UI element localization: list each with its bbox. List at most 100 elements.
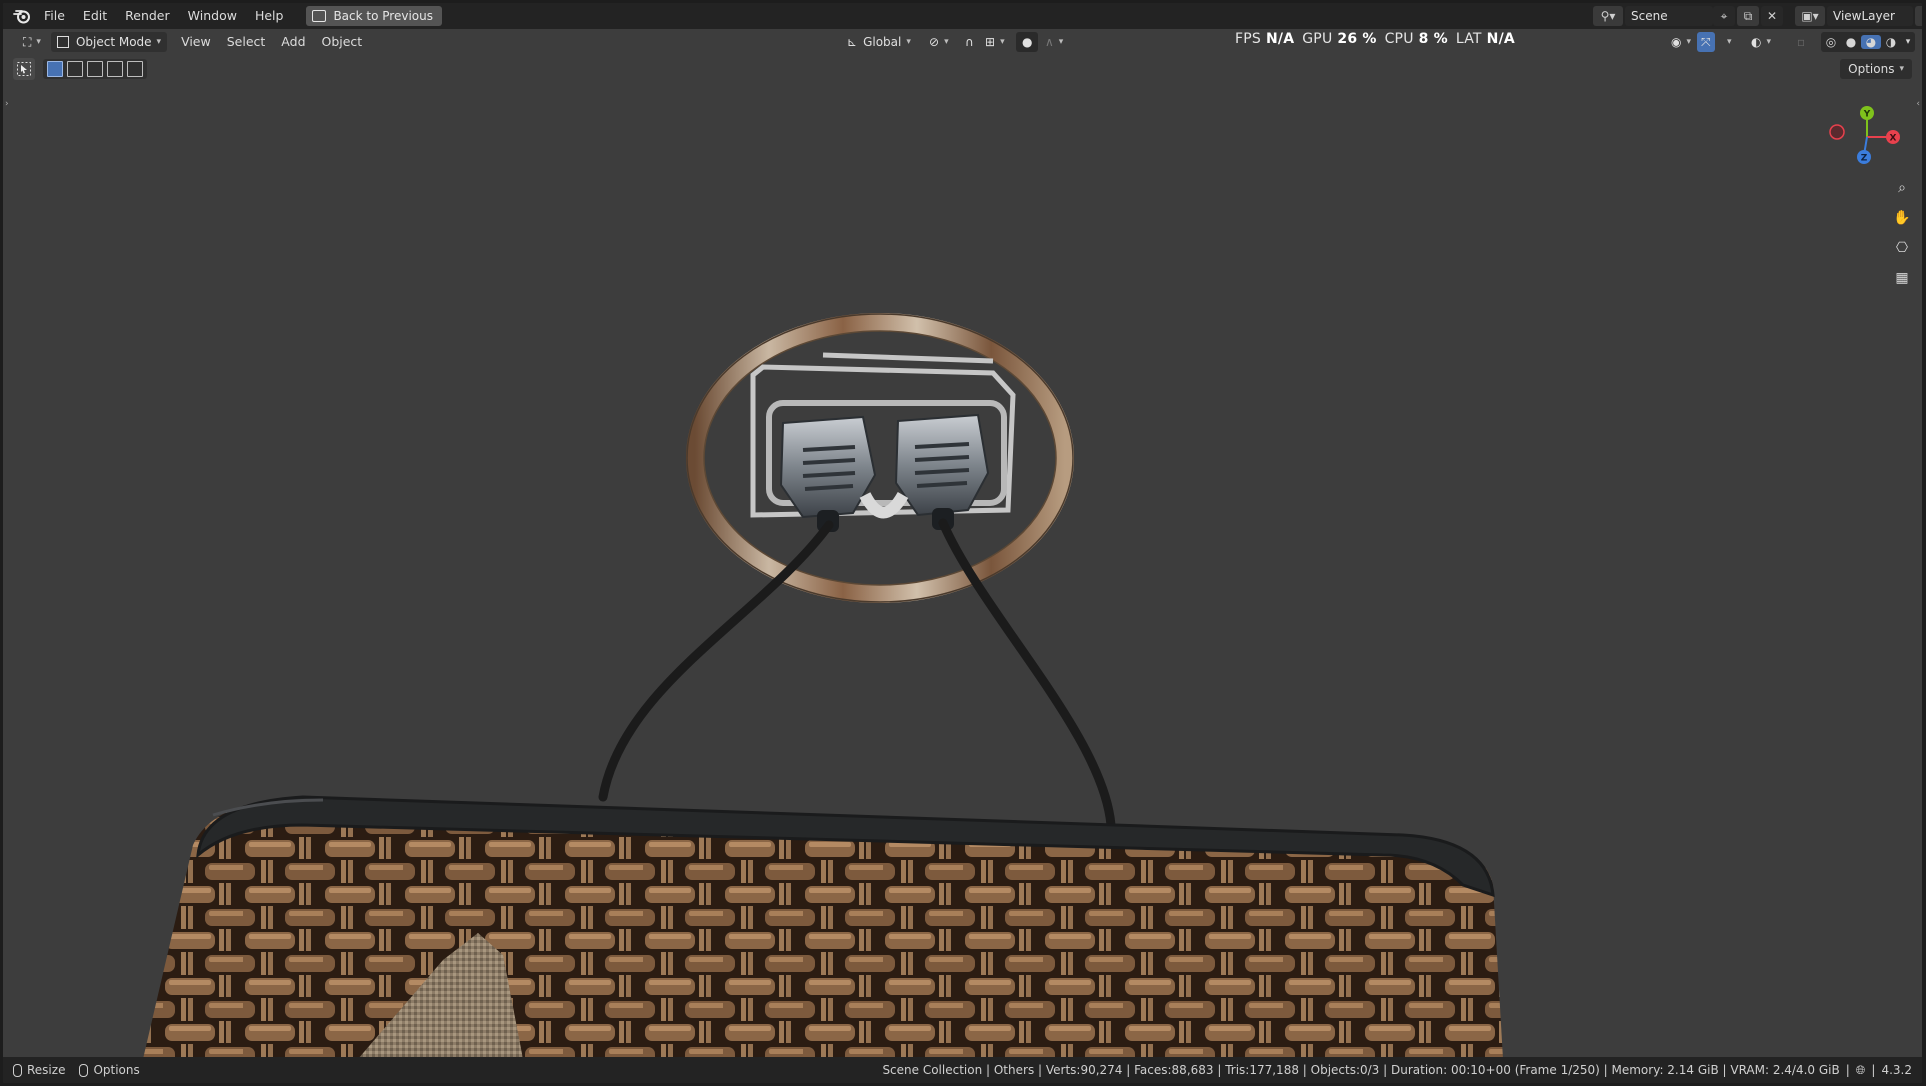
lat-value: N/A: [1486, 31, 1515, 47]
shading-modes: ◎ ● ◕ ◑ ▾: [1821, 32, 1915, 52]
visibility-dropdown[interactable]: ◉ ▾: [1665, 32, 1697, 52]
viewport-header: ⛶ ▾ Object Mode ▾ View Select Add Object ⊾…: [3, 29, 1922, 55]
select-tool-button[interactable]: [13, 58, 35, 80]
top-menubar: File Edit Render Window Help Back to Pre…: [3, 3, 1922, 29]
z-axis-label: Z: [1861, 154, 1868, 164]
pin-icon[interactable]: ⌖: [1713, 6, 1735, 26]
gizmo-dropdown[interactable]: ▾: [1719, 32, 1735, 52]
mode-label: Object Mode: [75, 35, 152, 49]
select-set-mode-icon[interactable]: [47, 61, 63, 77]
scene-browse-icon[interactable]: ⚲▾: [1593, 6, 1623, 26]
menu-window[interactable]: Window: [179, 3, 246, 29]
snap-target-dropdown[interactable]: ⊞ ▾: [979, 32, 1011, 52]
tool-settings-row: [13, 58, 147, 80]
select-intersect-mode-icon[interactable]: [127, 61, 143, 77]
view-layer-browse-icon[interactable]: ▣▾: [1795, 6, 1825, 26]
navigation-gizmo[interactable]: X Y Z: [1821, 99, 1911, 169]
shading-dropdown-icon[interactable]: ▾: [1901, 37, 1915, 47]
fps-value: N/A: [1265, 31, 1295, 47]
fps-label: FPS: [1235, 31, 1261, 47]
orientation-icon: ⊾: [847, 35, 858, 49]
rendered-shading-icon[interactable]: ◑: [1881, 35, 1901, 49]
transform-orientation-dropdown[interactable]: ⊾ Global ▾: [841, 32, 917, 52]
falloff-icon: ∧: [1045, 35, 1054, 49]
snap-target-icon: ⊞: [985, 35, 996, 49]
toolbar-expand-arrow-icon[interactable]: ›: [5, 99, 9, 109]
power-cord-left: [598, 520, 834, 802]
gpu-value: 26 %: [1337, 31, 1377, 47]
sidebar-expand-arrow-icon[interactable]: ‹: [1916, 99, 1920, 109]
cursor-arrow-icon: [17, 62, 31, 76]
blender-version: 4.3.2: [1881, 1063, 1912, 1077]
new-view-layer-icon[interactable]: ⧉: [1915, 6, 1922, 26]
menu-file[interactable]: File: [35, 3, 74, 29]
scene-name-field[interactable]: Scene: [1625, 6, 1713, 26]
negative-x-axis-icon[interactable]: [1829, 124, 1845, 140]
mouse-right-icon: [79, 1063, 89, 1077]
gizmo-icon: ⤧: [1701, 34, 1711, 49]
pan-hand-icon[interactable]: ✋: [1889, 205, 1915, 231]
material-preview-shading-icon[interactable]: ◕: [1861, 35, 1881, 49]
status-options: Options: [79, 1063, 140, 1077]
editor-type-icon: ⛶: [23, 34, 32, 49]
proportional-edit-toggle[interactable]: ●: [1016, 32, 1039, 52]
delete-scene-icon[interactable]: ✕: [1761, 6, 1783, 26]
scene-selector: ⚲▾ Scene ⌖ ⧉ ✕ ▣▾ ViewLayer ⧉ ✕: [1593, 6, 1922, 26]
mouse-left-icon: [13, 1063, 22, 1077]
new-scene-icon[interactable]: ⧉: [1737, 6, 1759, 26]
selection-mode-group: [43, 59, 147, 79]
camera-view-icon[interactable]: ⎔: [1889, 235, 1915, 261]
mode-dropdown[interactable]: Object Mode ▾: [50, 32, 168, 52]
y-axis-label: Y: [1863, 110, 1871, 120]
options-dropdown[interactable]: Options ▾: [1840, 59, 1912, 79]
viewport-nav-buttons: ⌕ ✋ ⎔ ▦: [1889, 175, 1915, 295]
performance-stats-overlay: FPS N/A GPU 26 % CPU 8 % LAT N/A: [1235, 29, 1523, 49]
overlays-icon: ◐: [1751, 35, 1762, 49]
menu-edit[interactable]: Edit: [74, 3, 116, 29]
xray-icon: ▫: [1797, 35, 1806, 49]
pivot-point-dropdown[interactable]: ⊘ ▾: [923, 32, 955, 52]
proportional-edit-icon: ●: [1022, 35, 1033, 49]
lamp-sockets: [779, 413, 990, 532]
snap-toggle[interactable]: ∩: [959, 32, 980, 52]
orthographic-grid-icon[interactable]: ▦: [1889, 265, 1915, 291]
blender-logo-icon[interactable]: [9, 3, 35, 29]
back-to-previous-label: Back to Previous: [333, 9, 433, 23]
x-axis-label: X: [1890, 134, 1897, 144]
network-globe-icon: 🌐︎: [1855, 1062, 1866, 1077]
viewport-menu-add[interactable]: Add: [273, 29, 313, 55]
xray-toggle[interactable]: ▫: [1791, 32, 1811, 52]
window-icon: [312, 10, 327, 22]
status-resize: Resize: [13, 1063, 65, 1077]
3d-viewport[interactable]: [3, 55, 1922, 1059]
view-layer-field[interactable]: ViewLayer: [1827, 6, 1913, 26]
magnet-icon: ∩: [965, 35, 974, 49]
overlays-toggle[interactable]: ◐ ▾: [1745, 32, 1777, 52]
viewport-menu-object[interactable]: Object: [314, 29, 371, 55]
select-subtract-mode-icon[interactable]: [87, 61, 103, 77]
gizmo-toggle[interactable]: ⤧: [1697, 32, 1715, 52]
wireframe-shading-icon[interactable]: ◎: [1821, 35, 1841, 49]
scene-statistics: Scene Collection | Others | Verts:90,274…: [882, 1063, 1840, 1077]
falloff-dropdown[interactable]: ∧ ▾: [1039, 32, 1069, 52]
blender-window: File Edit Render Window Help Back to Pre…: [3, 3, 1922, 1083]
gpu-label: GPU: [1302, 31, 1333, 47]
select-invert-mode-icon[interactable]: [107, 61, 123, 77]
zoom-icon[interactable]: ⌕: [1889, 175, 1915, 201]
solid-shading-icon[interactable]: ●: [1841, 35, 1861, 49]
editor-type-dropdown[interactable]: ⛶ ▾: [17, 32, 47, 52]
cpu-label: CPU: [1384, 31, 1414, 47]
back-to-previous-button[interactable]: Back to Previous: [306, 6, 442, 26]
menu-render[interactable]: Render: [116, 3, 179, 29]
select-extend-mode-icon[interactable]: [67, 61, 83, 77]
menu-help[interactable]: Help: [246, 3, 293, 29]
orientation-label: Global: [863, 35, 902, 49]
power-cord-right: [938, 518, 1116, 830]
pivot-icon: ⊘: [929, 35, 940, 49]
cpu-value: 8 %: [1418, 31, 1448, 47]
lat-label: LAT: [1455, 31, 1482, 47]
object-mode-icon: [56, 36, 69, 48]
viewport-menu-select[interactable]: Select: [219, 29, 274, 55]
viewport-menu-view[interactable]: View: [173, 29, 219, 55]
status-options-label: Options: [93, 1063, 140, 1077]
